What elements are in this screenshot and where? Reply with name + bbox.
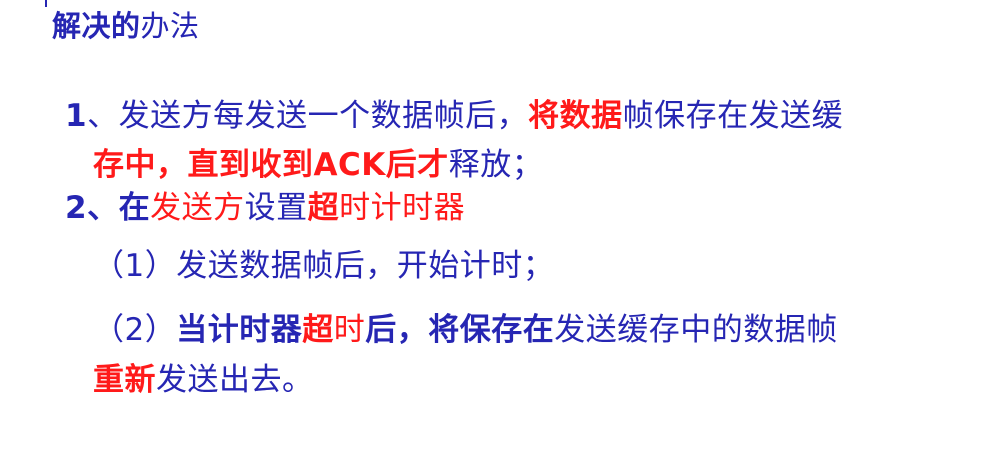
item-2-red-bold: 超: [307, 190, 340, 226]
sub-item-1-text: 发送数据帧后，开始计时；: [176, 248, 555, 284]
sub-item-1-number: （1）: [93, 248, 177, 284]
item-2-number: 2、在: [65, 190, 151, 226]
sub-item-2-blue-2: 发送出去。: [156, 362, 314, 398]
item-2-blue-a: 设置: [244, 190, 308, 226]
sub-item-2-red: 时: [333, 312, 366, 348]
item-1-text-b: 帧保存在发送缓: [622, 98, 844, 134]
sub-item-2-number: （2）: [93, 312, 177, 348]
item-2-line: 2、在发送方设置超时计时器: [65, 186, 465, 230]
heading-bold-text: 解决的: [52, 9, 141, 43]
slide-heading: 解决的办法: [52, 6, 200, 46]
item-1-number: 1: [65, 98, 88, 134]
sub-item-2-red-bold: 超: [302, 312, 334, 348]
corner-mark: [45, 0, 47, 7]
item-1-line-2: 存中，直到收到ACK后才释放；: [93, 143, 543, 187]
heading-normal-text: 办法: [140, 9, 200, 43]
sub-item-1: （1）发送数据帧后，开始计时；: [93, 244, 554, 288]
item-1-text-c: 释放；: [448, 147, 544, 183]
sub-item-2-red-bold-2: 重新: [93, 362, 156, 398]
slide-canvas: 解决的办法 1、发送方每发送一个数据帧后，将数据帧保存在发送缓 存中，直到收到A…: [0, 0, 1008, 451]
sub-item-2-line-2: 重新发送出去。: [93, 358, 314, 402]
sub-item-2-line-1: （2）当计时器超时后，将保存在发送缓存中的数据帧: [93, 308, 838, 352]
item-1-highlight: 将数据: [528, 98, 623, 134]
sub-item-2-blue: 发送缓存中的数据帧: [554, 312, 838, 348]
sub-item-2-blue-bold-a: 当计时器: [176, 312, 303, 348]
item-1-line-1: 1、发送方每发送一个数据帧后，将数据帧保存在发送缓: [65, 94, 843, 138]
item-2-red-b: 时计时器: [339, 190, 466, 226]
item-1-highlight-2: 存中，直到收到ACK后才: [93, 147, 449, 183]
item-2-red-a: 发送方: [150, 190, 245, 226]
sub-item-2-blue-bold-b: 后，将保存在: [365, 312, 555, 348]
item-1-text-a: 、发送方每发送一个数据帧后，: [87, 98, 529, 134]
